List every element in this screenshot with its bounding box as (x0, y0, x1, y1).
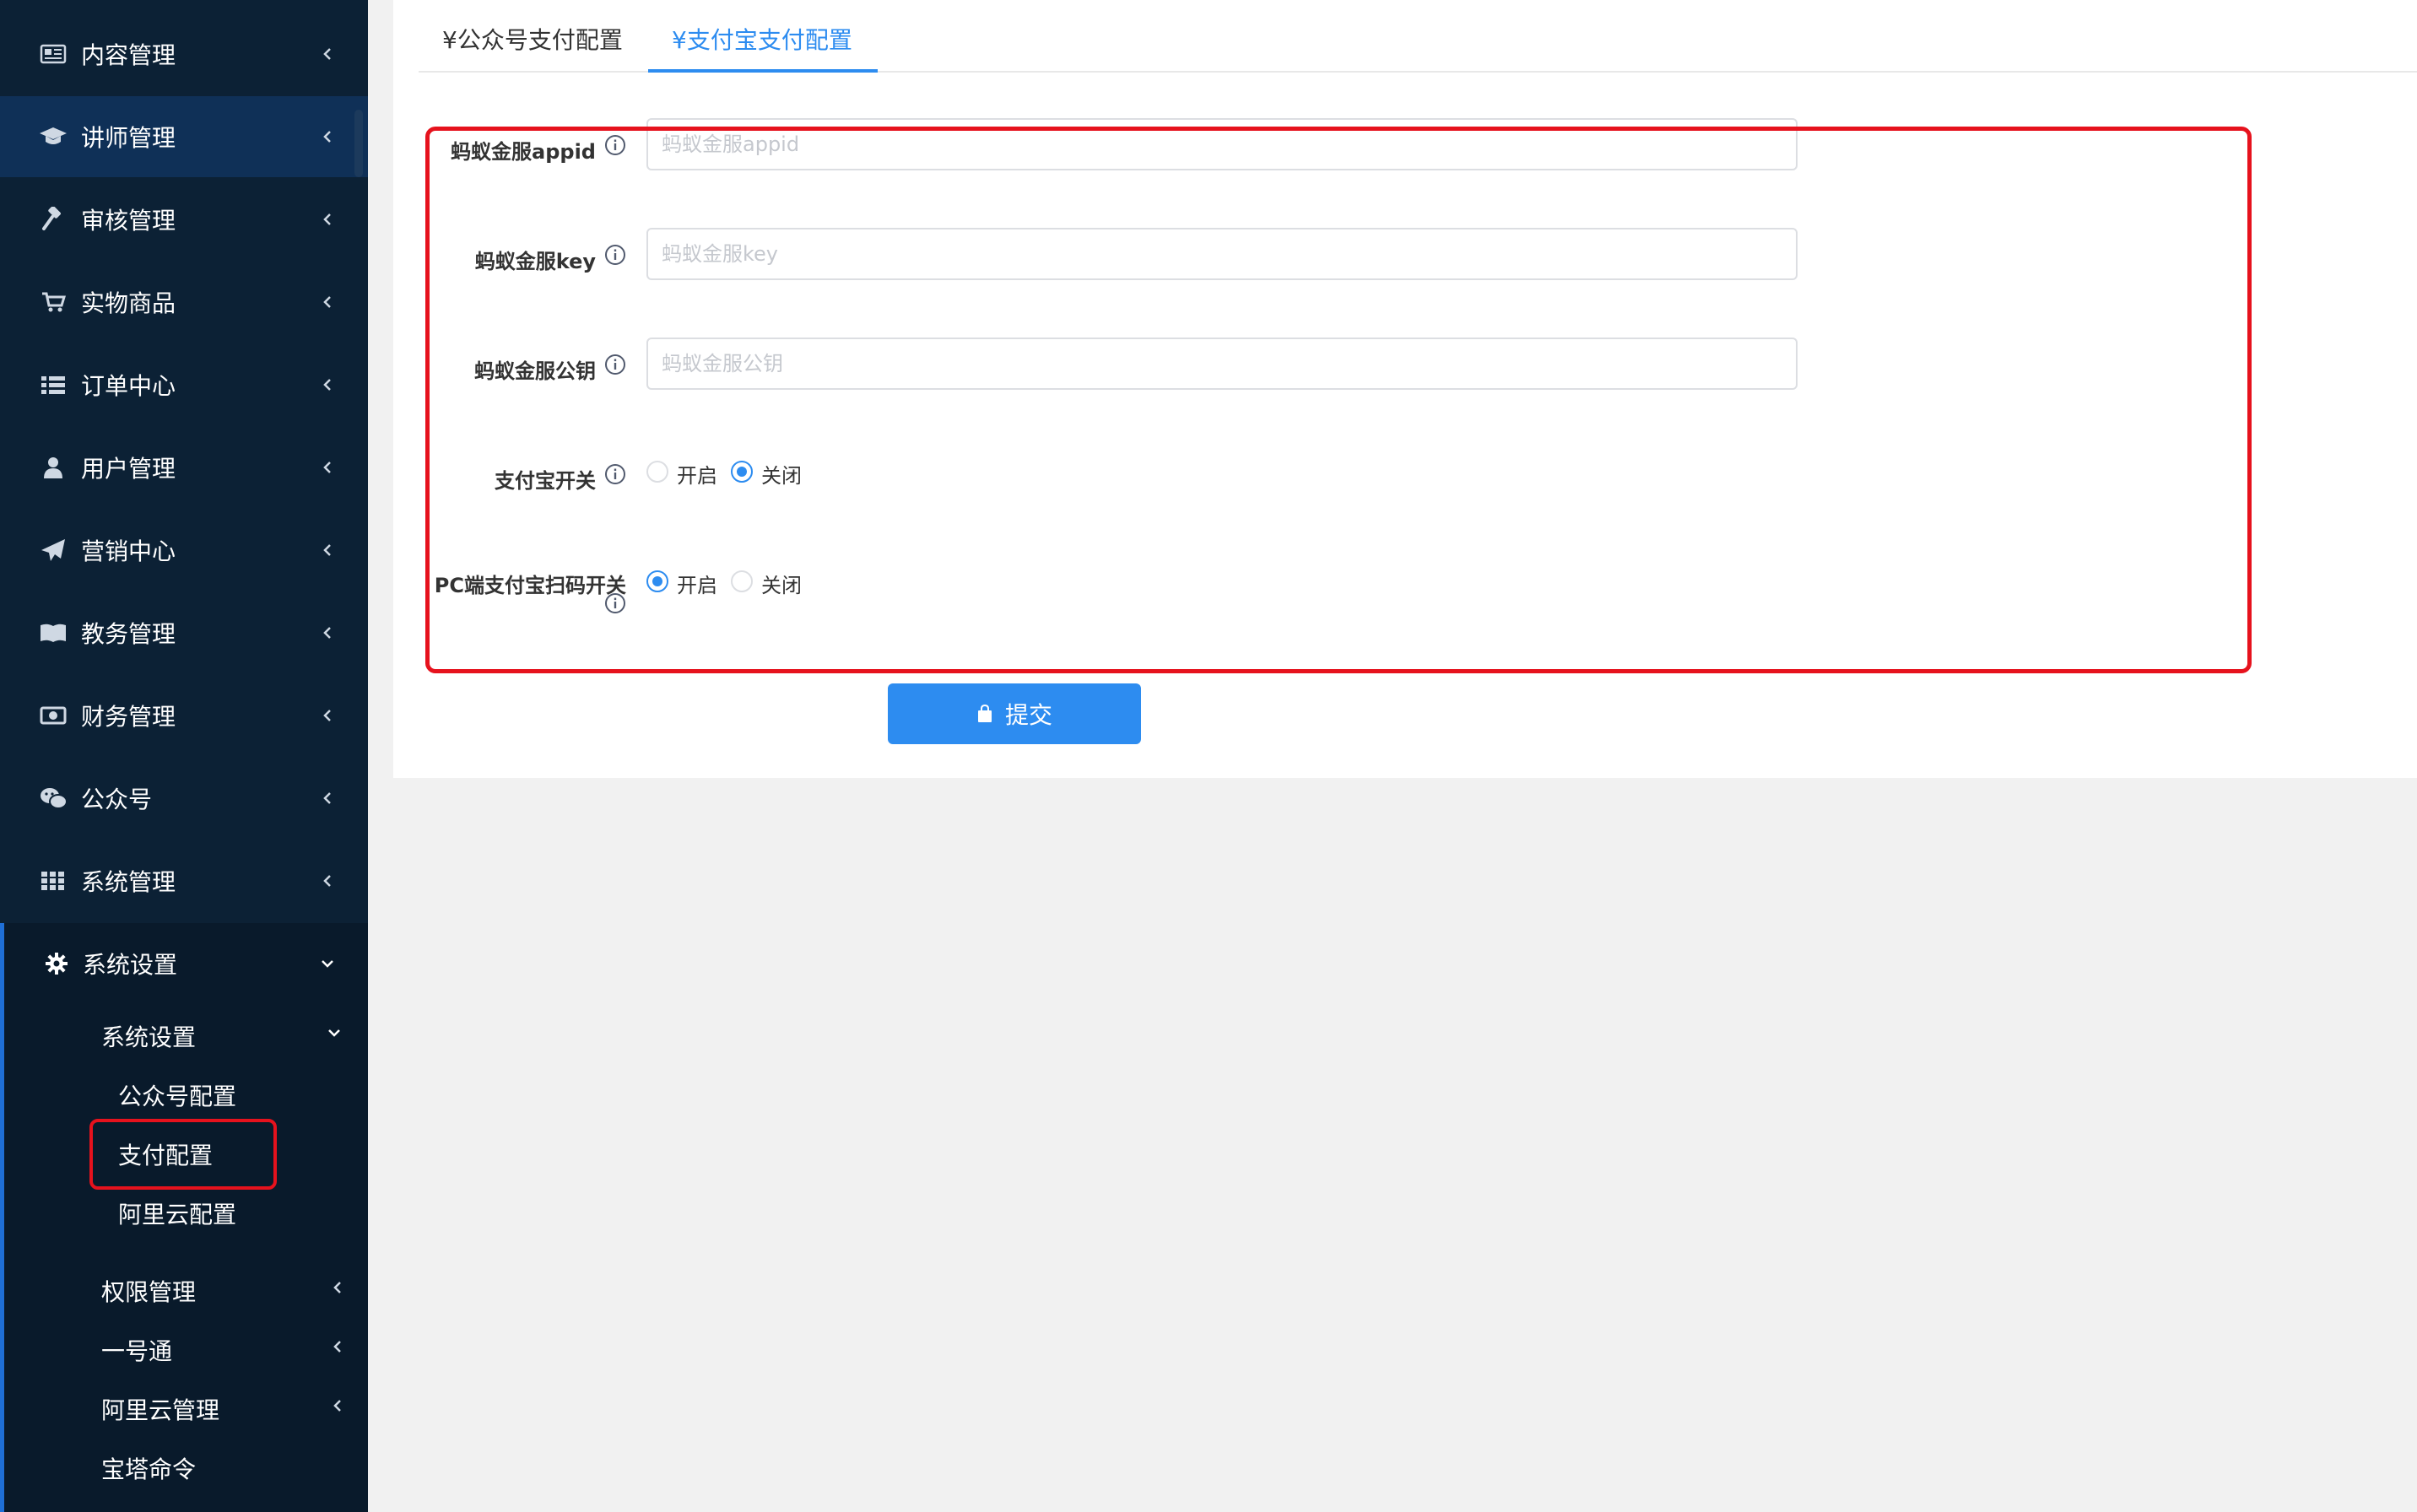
sidebar-item-finance[interactable]: 财务管理 (0, 675, 368, 756)
user-icon (39, 453, 68, 482)
sidebar-item-label: 用户管理 (81, 455, 176, 483)
sidebar-item-system-settings[interactable]: 系统设置 (0, 923, 368, 1004)
wechat-icon (39, 784, 68, 813)
sidebar-item-orders[interactable]: 订单中心 (0, 344, 368, 425)
chevron-left-icon (321, 791, 334, 805)
sidebar-subgroup-system-settings[interactable]: 系统设置 (101, 1019, 196, 1053)
chevron-left-icon (321, 213, 334, 226)
sidebar-subitem-aliyun-config[interactable]: 阿里云配置 (118, 1196, 236, 1230)
sidebar-item-goods[interactable]: 实物商品 (0, 262, 368, 343)
gear-icon (42, 949, 71, 978)
sidebar-item-label: 实物商品 (81, 289, 176, 317)
active-indicator (0, 923, 4, 1512)
chevron-left-icon (321, 543, 334, 557)
tab-alipay-config[interactable]: ¥支付宝支付配置 (672, 22, 852, 56)
sidebar-item-users[interactable]: 用户管理 (0, 427, 368, 508)
chevron-left-icon (321, 295, 334, 309)
sidebar-item-label: 公众号 (81, 786, 153, 813)
sidebar-item-label: 系统设置 (83, 951, 178, 979)
submit-label: 提交 (1004, 701, 1052, 729)
graduation-cap-icon (39, 122, 68, 151)
book-icon (39, 618, 68, 647)
sidebar-item-label: 财务管理 (81, 703, 176, 731)
chevron-left-icon (331, 1340, 344, 1353)
chevron-down-icon (327, 1026, 341, 1040)
sidebar-subitem-baota-command[interactable]: 宝塔命令 (101, 1451, 196, 1485)
sidebar-scrollbar[interactable] (354, 110, 363, 177)
sidebar-item-label: 审核管理 (81, 207, 176, 235)
sidebar-item-wechat[interactable]: 公众号 (0, 758, 368, 839)
active-tab-indicator (648, 69, 878, 73)
sidebar-subitem-permissions[interactable]: 权限管理 (101, 1274, 196, 1308)
paper-plane-icon (39, 536, 68, 564)
sidebar-item-marketing[interactable]: 营销中心 (0, 510, 368, 591)
highlight-box (89, 1119, 277, 1190)
tab-wechat-pay-config[interactable]: ¥公众号支付配置 (442, 22, 623, 56)
chevron-left-icon (321, 130, 334, 143)
sidebar-item-academic[interactable]: 教务管理 (0, 592, 368, 673)
sidebar-item-label: 教务管理 (81, 620, 176, 648)
sidebar-item-label: 订单中心 (81, 372, 176, 400)
sidebar-item-label: 内容管理 (81, 41, 176, 69)
chevron-left-icon (321, 47, 334, 61)
chevron-left-icon (321, 874, 334, 888)
sidebar-item-review[interactable]: 审核管理 (0, 179, 368, 260)
sidebar-subitem-yihaotong[interactable]: 一号通 (101, 1333, 172, 1367)
shopping-bag-icon (976, 705, 993, 723)
chevron-down-icon (321, 957, 334, 970)
chevron-left-icon (331, 1399, 344, 1412)
highlight-box (425, 127, 2252, 673)
list-icon (39, 370, 68, 399)
sidebar-item-label: 营销中心 (81, 537, 176, 565)
newspaper-icon (39, 40, 68, 68)
sidebar-item-teacher[interactable]: 讲师管理 (0, 96, 368, 177)
sidebar-item-system-manage[interactable]: 系统管理 (0, 840, 368, 921)
cart-icon (39, 288, 68, 316)
sidebar-subitem-wechat-config[interactable]: 公众号配置 (118, 1078, 236, 1112)
chevron-left-icon (321, 709, 334, 722)
sidebar-subitem-aliyun-manage[interactable]: 阿里云管理 (101, 1392, 219, 1426)
sidebar-item-label: 系统管理 (81, 868, 176, 896)
chevron-left-icon (321, 378, 334, 392)
chevron-left-icon (331, 1281, 344, 1294)
sidebar-item-content[interactable]: 内容管理 (0, 14, 368, 94)
money-icon (39, 701, 68, 730)
chevron-left-icon (321, 461, 334, 474)
sidebar-item-label: 讲师管理 (81, 124, 176, 152)
submit-button[interactable]: 提交 (888, 683, 1141, 744)
chevron-left-icon (321, 626, 334, 640)
grid-icon (39, 867, 68, 895)
sidebar: 内容管理 讲师管理 审核管理 实物商品 订单中心 用户管理 营销中心 教务管理 … (0, 0, 368, 1512)
gavel-icon (39, 205, 68, 234)
